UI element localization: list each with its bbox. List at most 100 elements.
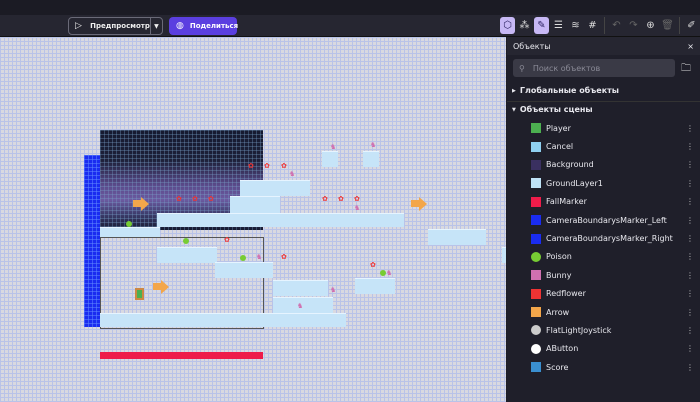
object-groups-icon[interactable]: ⁂ (517, 17, 532, 34)
redflower-instance[interactable]: ✿ (354, 196, 360, 203)
ground-instance[interactable] (502, 247, 506, 263)
object-item[interactable]: Score ⋮ (507, 358, 700, 376)
ground-instance[interactable] (240, 180, 310, 196)
ground-instance[interactable] (363, 151, 379, 167)
object-item[interactable]: Redflower ⋮ (507, 285, 700, 303)
poison-instance[interactable] (380, 270, 386, 276)
edit-scene-icon[interactable]: ✐ (684, 17, 699, 34)
close-icon[interactable]: × (687, 42, 694, 51)
camera-marker-left-instance[interactable] (84, 155, 100, 327)
poison-instance[interactable] (126, 221, 132, 227)
global-objects-group[interactable]: ▶ Глобальные объекты (512, 86, 619, 95)
scene-objects-group[interactable]: ▼ Объекты сцены (512, 105, 593, 114)
redo-icon[interactable]: ↷ (626, 17, 641, 34)
object-label: Player (546, 123, 571, 133)
layers-icon[interactable]: ≋ (568, 17, 583, 34)
object-item[interactable]: FallMarker ⋮ (507, 193, 700, 211)
bunny-instance[interactable]: ♞ (297, 303, 303, 310)
add-folder-icon[interactable]: 🗀 (681, 61, 691, 78)
bunny-instance[interactable]: ♞ (386, 270, 392, 277)
object-item[interactable]: Poison ⋮ (507, 248, 700, 266)
ground-instance[interactable] (157, 213, 404, 227)
ground-instance[interactable] (273, 280, 328, 296)
player-instance[interactable] (135, 288, 144, 300)
object-item[interactable]: Player ⋮ (507, 119, 700, 137)
redflower-instance[interactable]: ✿ (192, 196, 198, 203)
arrow-icon (531, 307, 541, 318)
arrow-instance[interactable] (133, 200, 141, 207)
divider (507, 101, 700, 102)
arrow-instance[interactable] (411, 200, 419, 207)
redflower-instance[interactable]: ✿ (281, 254, 287, 261)
redflower-instance[interactable]: ✿ (176, 196, 182, 203)
object-item[interactable]: CameraBoundarysMarker_Right ⋮ (507, 229, 700, 247)
fallmarker-instance[interactable] (100, 352, 263, 359)
redflower-instance[interactable]: ✿ (322, 196, 328, 203)
share-button[interactable]: ◍ Поделиться (169, 17, 238, 35)
more-menu-icon[interactable]: ⋮ (686, 252, 694, 261)
redflower-instance[interactable]: ✿ (264, 163, 270, 170)
bunny-instance[interactable]: ♞ (289, 171, 295, 178)
preview-button[interactable]: ▷ Предпросмотр ▼ (68, 17, 163, 35)
chevron-down-icon[interactable]: ▼ (149, 18, 162, 34)
more-menu-icon[interactable]: ⋮ (686, 179, 694, 188)
more-menu-icon[interactable]: ⋮ (686, 344, 694, 353)
more-menu-icon[interactable]: ⋮ (686, 216, 694, 225)
redflower-instance[interactable]: ✿ (338, 196, 344, 203)
ground-instance[interactable] (322, 151, 338, 167)
redflower-instance[interactable]: ✿ (248, 163, 254, 170)
more-menu-icon[interactable]: ⋮ (686, 234, 694, 243)
instances-list-icon[interactable]: ☰ (551, 17, 566, 34)
object-icon[interactable]: ⬡ (500, 17, 515, 34)
more-menu-icon[interactable]: ⋮ (686, 142, 694, 151)
object-item[interactable]: Cancel ⋮ (507, 137, 700, 155)
arrow-icon (419, 197, 427, 211)
more-menu-icon[interactable]: ⋮ (686, 308, 694, 317)
bunny-instance[interactable]: ♞ (370, 142, 376, 149)
ground-instance[interactable] (355, 278, 395, 294)
object-item[interactable]: Bunny ⋮ (507, 266, 700, 284)
ground-instance[interactable] (428, 229, 486, 245)
panel-title: Объекты (513, 41, 551, 51)
object-item[interactable]: Arrow ⋮ (507, 303, 700, 321)
search-input[interactable]: ⚲ Поиск объектов (513, 59, 675, 77)
bunny-instance[interactable]: ♞ (330, 144, 336, 151)
delete-icon[interactable]: 🗑 (660, 17, 675, 34)
more-menu-icon[interactable]: ⋮ (686, 197, 694, 206)
edit-properties-icon[interactable]: ✎ (534, 17, 549, 34)
redflower-instance[interactable]: ✿ (208, 196, 214, 203)
object-item[interactable]: Background ⋮ (507, 156, 700, 174)
object-item[interactable]: CameraBoundarysMarker_Left ⋮ (507, 211, 700, 229)
ground-instance[interactable] (215, 262, 273, 278)
redflower-instance[interactable]: ✿ (281, 163, 287, 170)
object-label: FallMarker (546, 197, 587, 207)
object-label: Background (546, 160, 594, 170)
more-menu-icon[interactable]: ⋮ (686, 160, 694, 169)
redflower-instance[interactable]: ✿ (370, 262, 376, 269)
bunny-instance[interactable]: ♞ (354, 205, 360, 212)
bunny-instance[interactable]: ♞ (256, 254, 262, 261)
undo-icon[interactable]: ↶ (609, 17, 624, 34)
more-menu-icon[interactable]: ⋮ (686, 124, 694, 133)
title-bar (0, 0, 700, 15)
zoom-icon[interactable]: ⊕ (643, 17, 658, 34)
poison-instance[interactable] (183, 238, 189, 244)
ground-instance[interactable] (100, 313, 346, 327)
object-item[interactable]: GroundLayer1 ⋮ (507, 174, 700, 192)
object-item[interactable]: FlatLightJoystick ⋮ (507, 321, 700, 339)
more-menu-icon[interactable]: ⋮ (686, 271, 694, 280)
object-item[interactable]: AButton ⋮ (507, 340, 700, 358)
redflower-instance[interactable]: ✿ (224, 237, 230, 244)
scene-canvas[interactable]: ✿ ✿ ✿ ✿ ✿ ✿ ✿ ✿ ✿ ✿ ✿ ✿ ♞ ♞ ♞ ♞ ♞ ♞ ♞ ♞ (0, 37, 506, 402)
poison-instance[interactable] (240, 255, 246, 261)
bunny-instance[interactable]: ♞ (330, 287, 336, 294)
more-menu-icon[interactable]: ⋮ (686, 326, 694, 335)
divider (679, 17, 680, 34)
grid-icon[interactable]: # (585, 17, 600, 34)
more-menu-icon[interactable]: ⋮ (686, 363, 694, 372)
ground-instance[interactable] (100, 227, 160, 237)
more-menu-icon[interactable]: ⋮ (686, 289, 694, 298)
arrow-instance[interactable] (153, 283, 161, 290)
ground-instance[interactable] (157, 247, 217, 263)
ground-instance[interactable] (230, 196, 280, 214)
